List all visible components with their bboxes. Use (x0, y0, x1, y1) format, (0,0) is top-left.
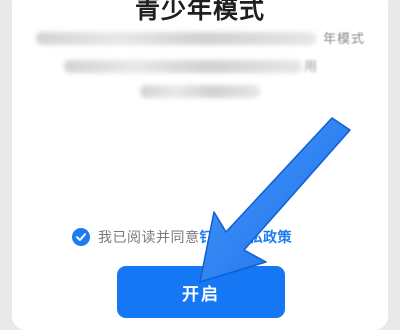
agreement-row: 我已阅读并同意 钉 隐私政策 (72, 226, 292, 248)
description-visible-tail-2: 用 (304, 60, 318, 75)
agreement-checkbox[interactable] (72, 228, 90, 246)
description-blurred-line-2 (64, 60, 302, 73)
agreement-text: 我已阅读并同意 (98, 230, 200, 246)
description-blurred-line-3 (140, 85, 260, 98)
description-visible-tail-1: 年模式 (323, 32, 366, 47)
dialog-title: 青少年模式 (134, 0, 265, 24)
privacy-policy-link-start[interactable]: 钉 (200, 227, 215, 247)
checkmark-icon (76, 233, 86, 241)
enable-button[interactable]: 开启 (117, 266, 285, 318)
description-blurred-line-1 (36, 32, 316, 45)
privacy-policy-link-end[interactable]: 隐私政策 (234, 227, 292, 247)
